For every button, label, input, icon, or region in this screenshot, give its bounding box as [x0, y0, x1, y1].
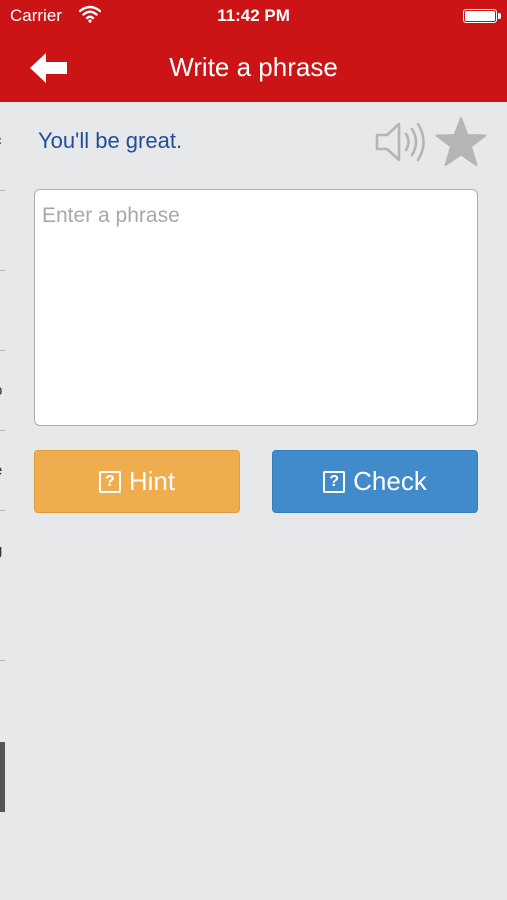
edge-rule: [0, 660, 5, 661]
prompt-text: You'll be great.: [38, 128, 183, 153]
check-button[interactable]: ? Check: [272, 450, 478, 513]
nav-bar: Write a phrase: [0, 34, 507, 102]
hint-button-label: Hint: [128, 466, 176, 496]
status-bar: Carrier 11:42 PM: [0, 0, 507, 34]
edge-rule: [0, 270, 5, 271]
help-icon: ?: [98, 470, 121, 493]
check-button-label: Check: [353, 466, 427, 496]
phrase-input[interactable]: [34, 189, 478, 426]
edge-rule: [0, 350, 5, 351]
battery-icon: [463, 9, 497, 23]
edge-rule: [0, 430, 5, 431]
hint-button[interactable]: ? Hint: [34, 450, 240, 513]
edge-glyph: p: [0, 382, 2, 399]
edge-rule: [0, 190, 5, 191]
page-title: Write a phrase: [169, 52, 338, 82]
edge-glyph: g: [0, 542, 2, 559]
battery-tip: [498, 13, 501, 19]
edge-glyph: c: [0, 132, 2, 149]
clock: 11:42 PM: [217, 6, 290, 25]
edge-image: [0, 742, 5, 812]
edge-rule: [0, 510, 5, 511]
star-icon[interactable]: [434, 116, 488, 170]
speaker-icon[interactable]: [374, 118, 428, 166]
edge-glyph: e: [0, 462, 2, 479]
background-page-edge: c r p e g: [0, 102, 6, 900]
help-icon: ?: [323, 470, 346, 493]
